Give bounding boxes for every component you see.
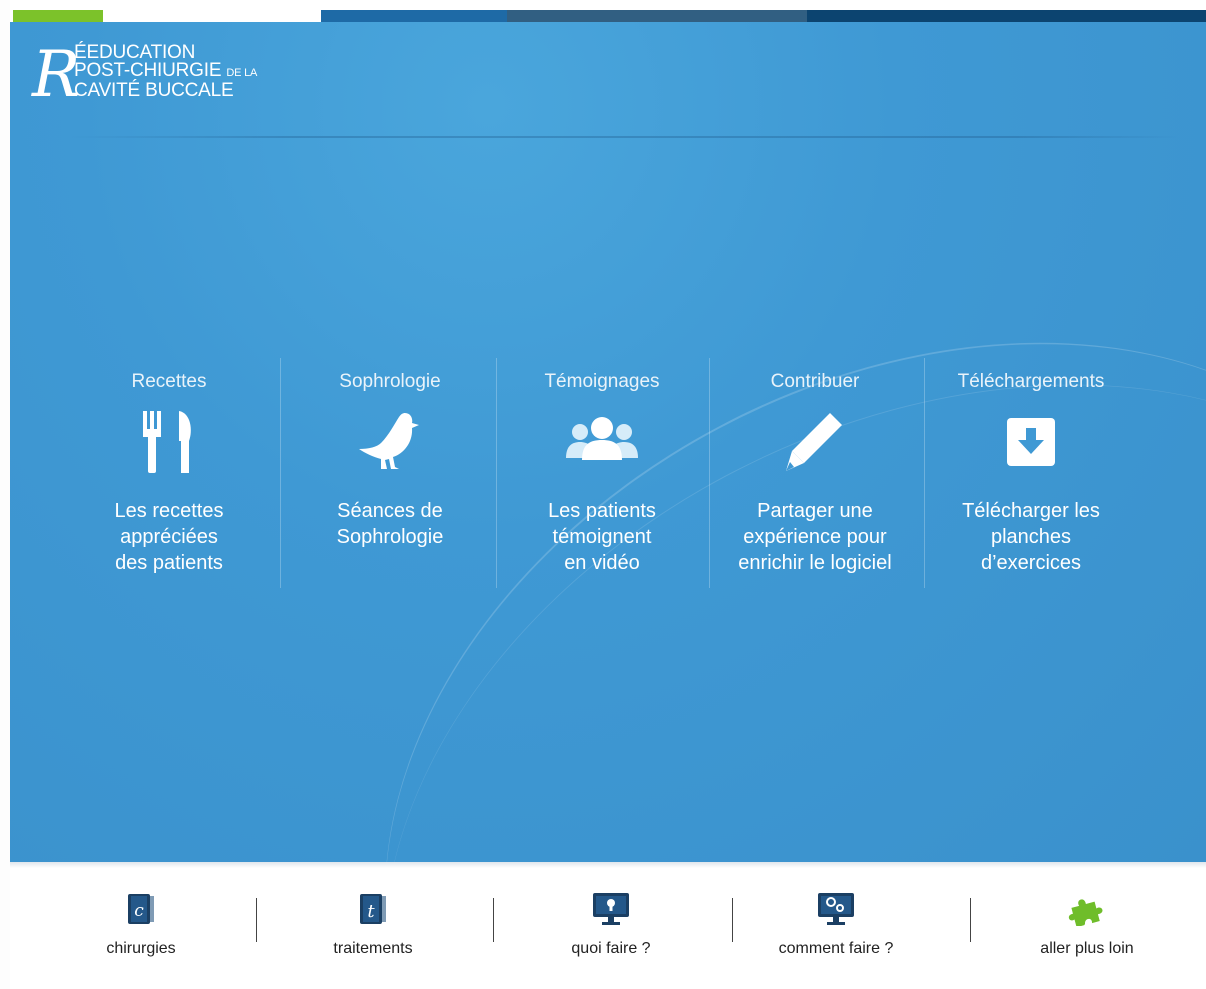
logo-line-2-small: DE LA [226,67,258,79]
feature-description: Télécharger les planches d’exercices [924,498,1138,576]
top-color-bar [10,10,1206,22]
feature-description: Séances de Sophrologie [283,498,497,550]
feature-desc-line: enrichir le logiciel [738,552,892,574]
header-divider [70,136,1180,138]
feature-title: Recettes [131,371,207,392]
feature-sophrologie[interactable]: Sophrologie Séances de Sophrologie [283,370,497,550]
nav-chirurgies[interactable]: c chirurgies [36,892,246,958]
feature-desc-line: planches [990,526,1072,548]
feature-title: Téléchargements [957,371,1105,392]
logo-text: ÉEDUCATION POST-CHIURGIE DE LA CAVITÉ BU… [74,43,258,101]
nav-aller-plus-loin[interactable]: aller plus loin [982,892,1192,958]
puzzle-icon [982,892,1192,926]
bottom-nav-shadow [10,862,1206,868]
book-letter-t: t [367,901,375,922]
feature-desc-line: Partager une [757,500,873,522]
nav-divider [970,898,971,942]
logo-initial: R [32,38,81,112]
fork-knife-icon [62,398,276,486]
dove-icon [283,398,497,486]
feature-contribuer[interactable]: Contribuer Partager une expérience pour … [708,370,922,576]
download-icon [924,398,1138,486]
feature-recettes[interactable]: Recettes Les recettes appréciées des pat… [62,370,276,576]
main-panel: R ÉEDUCATION POST-CHIURGIE DE LA CAVITÉ … [10,22,1206,862]
book-letter-c: c [134,901,144,921]
feature-description: Les patients témoignent en vidéo [495,498,709,576]
monitor-keyhole-icon [506,892,716,926]
nav-comment-faire[interactable]: comment faire ? [731,892,941,958]
feature-desc-line: expérience pour [743,526,887,548]
feature-desc-line: témoignent [552,526,652,548]
feature-description: Les recettes appréciées des patients [62,498,276,576]
top-bar-green-segment [13,10,103,22]
feature-temoignages[interactable]: Témoignages Les patients témoignent en v… [495,370,709,576]
feature-divider [280,358,281,588]
feature-desc-line: des patients [115,552,223,574]
nav-traitements[interactable]: t traitements [268,892,478,958]
feature-desc-line: Télécharger les [962,500,1100,522]
feature-desc-line: Séances de [337,500,443,522]
feature-title: Témoignages [544,371,660,392]
nav-divider [256,898,257,942]
nav-label: aller plus loin [1040,940,1134,957]
app-logo[interactable]: R ÉEDUCATION POST-CHIURGIE DE LA CAVITÉ … [32,40,352,110]
top-bar-slate-segment [507,10,807,22]
feature-description: Partager une expérience pour enrichir le… [708,498,922,576]
top-bar-navy-segment [807,10,1206,22]
feature-desc-line: Les patients [548,500,656,522]
logo-line-2: POST-CHIURGIE DE LA [74,60,258,81]
feature-desc-line: d’exercices [980,552,1082,574]
feature-desc-line: appréciées [120,526,218,548]
nav-quoi-faire[interactable]: quoi faire ? [506,892,716,958]
feature-telechargements[interactable]: Téléchargements Télécharger les planches… [924,370,1138,576]
nav-label: quoi faire ? [571,940,651,957]
bottom-navigation: c chirurgies t traitements quoi faire ? … [10,862,1206,989]
top-bar-blue-segment [321,10,507,22]
people-group-icon [495,398,709,486]
monitor-gears-icon [731,892,941,926]
pencil-icon [708,398,922,486]
feature-desc-line: Sophrologie [336,526,444,548]
nav-label: comment faire ? [778,940,894,957]
feature-desc-line: Les recettes [114,500,224,522]
feature-title: Sophrologie [339,371,441,392]
logo-line-3: CAVITÉ BUCCALE [74,80,234,101]
left-edge [0,0,10,989]
nav-label: chirurgies [106,940,176,957]
book-c-icon: c [36,892,246,926]
nav-divider [493,898,494,942]
book-t-icon: t [268,892,478,926]
feature-desc-line: en vidéo [564,552,640,574]
nav-label: traitements [333,940,413,957]
feature-title: Contribuer [770,371,860,392]
